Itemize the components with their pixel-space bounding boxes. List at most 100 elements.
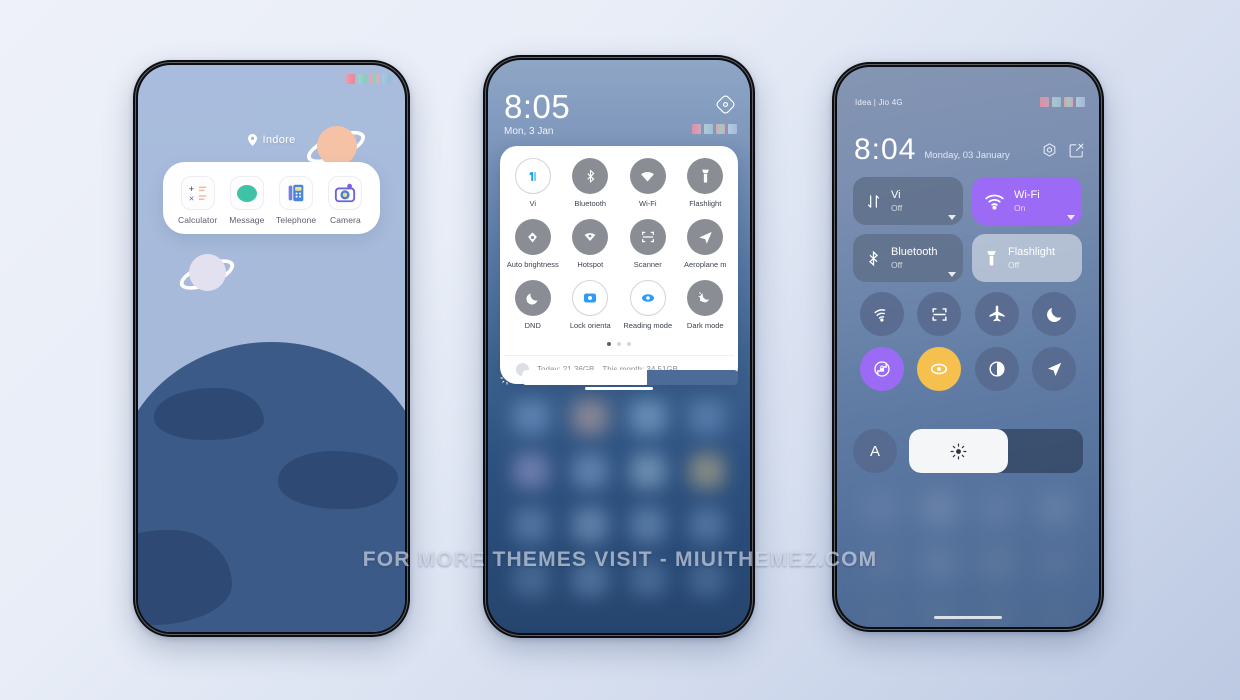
toggle-hotspot[interactable]: Hotspot [562, 219, 620, 269]
message-icon [229, 176, 264, 210]
mobile-data-icon [867, 194, 880, 208]
dock-app-label: Telephone [276, 215, 317, 225]
toggle-bluetooth[interactable]: Bluetooth [562, 158, 620, 208]
page-indicator[interactable] [504, 341, 734, 355]
tile-title: Bluetooth [891, 246, 938, 259]
tile-state: Off [1008, 259, 1020, 270]
toggle-lock-orientation[interactable]: Lock orienta [562, 280, 620, 330]
toggle-reading-mode[interactable]: Reading mode [619, 280, 677, 330]
auto-brightness-icon [514, 219, 551, 255]
toggle-hotspot[interactable] [859, 292, 904, 336]
toggle-dnd[interactable]: DND [504, 280, 562, 330]
edit-icon[interactable] [1068, 142, 1085, 159]
lock-time: 8:05 [504, 88, 571, 125]
auto-brightness-letter-icon[interactable]: A [853, 429, 897, 473]
header-icons [1041, 142, 1085, 159]
settings-gear-icon[interactable] [1041, 142, 1058, 159]
location-pin-icon [247, 134, 257, 146]
dock-app-camera[interactable]: Camera [321, 176, 370, 225]
sim-vi-icon [514, 158, 551, 194]
dock-app-calculator[interactable]: + × Calculator [173, 176, 222, 225]
brightness-control[interactable] [500, 370, 738, 385]
toggle-flashlight[interactable]: Flashlight [677, 158, 735, 208]
toggle-rotation-lock[interactable] [859, 347, 904, 391]
contrast-icon [989, 361, 1005, 377]
signal-icon [346, 74, 355, 84]
moon-icon [514, 280, 551, 316]
toggle-label: Vi [529, 199, 537, 208]
page-dot[interactable] [617, 342, 621, 346]
toggle-label: Aeroplane m [683, 260, 727, 269]
wifi-icon [985, 194, 1004, 210]
tile-bluetooth[interactable]: Bluetooth Off [853, 234, 963, 282]
status-bar [692, 124, 737, 134]
home-indicator[interactable] [585, 387, 653, 390]
phone-mockup-ios-control-center: Idea | Jio 4G 8:04 Monday, 03 January Vi… [832, 62, 1104, 632]
toggle-auto-brightness[interactable]: Auto brightness [504, 219, 562, 269]
sim-icon [1052, 97, 1061, 107]
chevron-down-icon[interactable] [948, 215, 956, 220]
bluetooth-icon [572, 158, 609, 194]
battery-icon [728, 124, 737, 134]
wifi-icon [716, 124, 725, 134]
tile-flashlight[interactable]: Flashlight Off [972, 234, 1082, 282]
tile-state: Off [891, 202, 903, 213]
home-indicator[interactable] [934, 616, 1002, 619]
dock-app-telephone[interactable]: Telephone [272, 176, 321, 225]
control-center-card: Vi Bluetooth Wi-Fi Flashlight Auto brigh… [500, 146, 738, 384]
dock-app-label: Camera [329, 215, 361, 225]
rotation-lock-icon [874, 361, 890, 377]
toggle-scanner[interactable]: Scanner [619, 219, 677, 269]
dock-app-label: Calculator [177, 215, 218, 225]
toggle-wifi[interactable]: Wi-Fi [619, 158, 677, 208]
battery-icon [1076, 97, 1085, 107]
page-dot[interactable] [627, 342, 631, 346]
carrier-label: Idea | Jio 4G [855, 98, 903, 107]
phone2-screen[interactable]: 8:05 Mon, 3 Jan Vi Bluetooth Wi-Fi Flash… [488, 60, 750, 633]
crater [153, 388, 264, 441]
tile-title: Flashlight [1008, 246, 1056, 259]
chevron-down-icon[interactable] [1067, 215, 1075, 220]
blurred-app-grid [488, 390, 750, 633]
page-dot[interactable] [607, 342, 611, 346]
toggle-label: Bluetooth [574, 199, 607, 208]
telephone-icon [279, 176, 314, 210]
wifi-icon [629, 158, 666, 194]
sim-icon [358, 74, 367, 84]
toggle-reading-mode[interactable] [917, 347, 962, 391]
tile-mobile-data[interactable]: Vi Off [853, 177, 963, 225]
phone1-screen[interactable]: Indore + × Calculator Message Telephone … [138, 65, 405, 632]
reading-mode-icon [629, 280, 666, 316]
toggle-label: Wi-Fi [639, 199, 657, 208]
location-widget[interactable]: Indore [138, 134, 405, 146]
toggle-vi[interactable]: Vi [504, 158, 562, 208]
signal-icon [692, 124, 701, 134]
toggle-location[interactable] [1032, 347, 1077, 391]
toggle-dnd[interactable] [1032, 292, 1077, 336]
crater [277, 450, 398, 509]
toggle-dark-mode[interactable] [974, 347, 1019, 391]
brightness-slider[interactable] [909, 429, 1083, 473]
phone3-screen[interactable]: Idea | Jio 4G 8:04 Monday, 03 January Vi… [837, 67, 1099, 627]
flashlight-icon [987, 250, 996, 265]
clock-block: 8:04 Monday, 03 January [854, 135, 1010, 165]
brightness-icon [500, 370, 514, 385]
toggle-scanner[interactable] [917, 292, 962, 336]
settings-diamond-icon[interactable] [715, 94, 736, 115]
tile-wifi[interactable]: Wi-Fi On [972, 177, 1082, 225]
toggle-aeroplane[interactable] [974, 292, 1019, 336]
toggle-grid: Vi Bluetooth Wi-Fi Flashlight Auto brigh… [504, 158, 734, 341]
chevron-down-icon[interactable] [948, 272, 956, 277]
toggle-label: Lock orienta [569, 321, 611, 330]
brightness-control[interactable]: A [853, 429, 1083, 473]
blurred-app-grid [837, 482, 1099, 627]
location-arrow-icon [1047, 362, 1061, 376]
brightness-slider[interactable] [522, 370, 738, 385]
sim-icon [704, 124, 713, 134]
tile-title: Wi-Fi [1014, 189, 1040, 202]
toggle-aeroplane[interactable]: Aeroplane m [677, 219, 735, 269]
dock-app-message[interactable]: Message [222, 176, 271, 225]
crater [138, 530, 232, 626]
aeroplane-icon [687, 219, 724, 255]
toggle-dark-mode[interactable]: Dark mode [677, 280, 735, 330]
